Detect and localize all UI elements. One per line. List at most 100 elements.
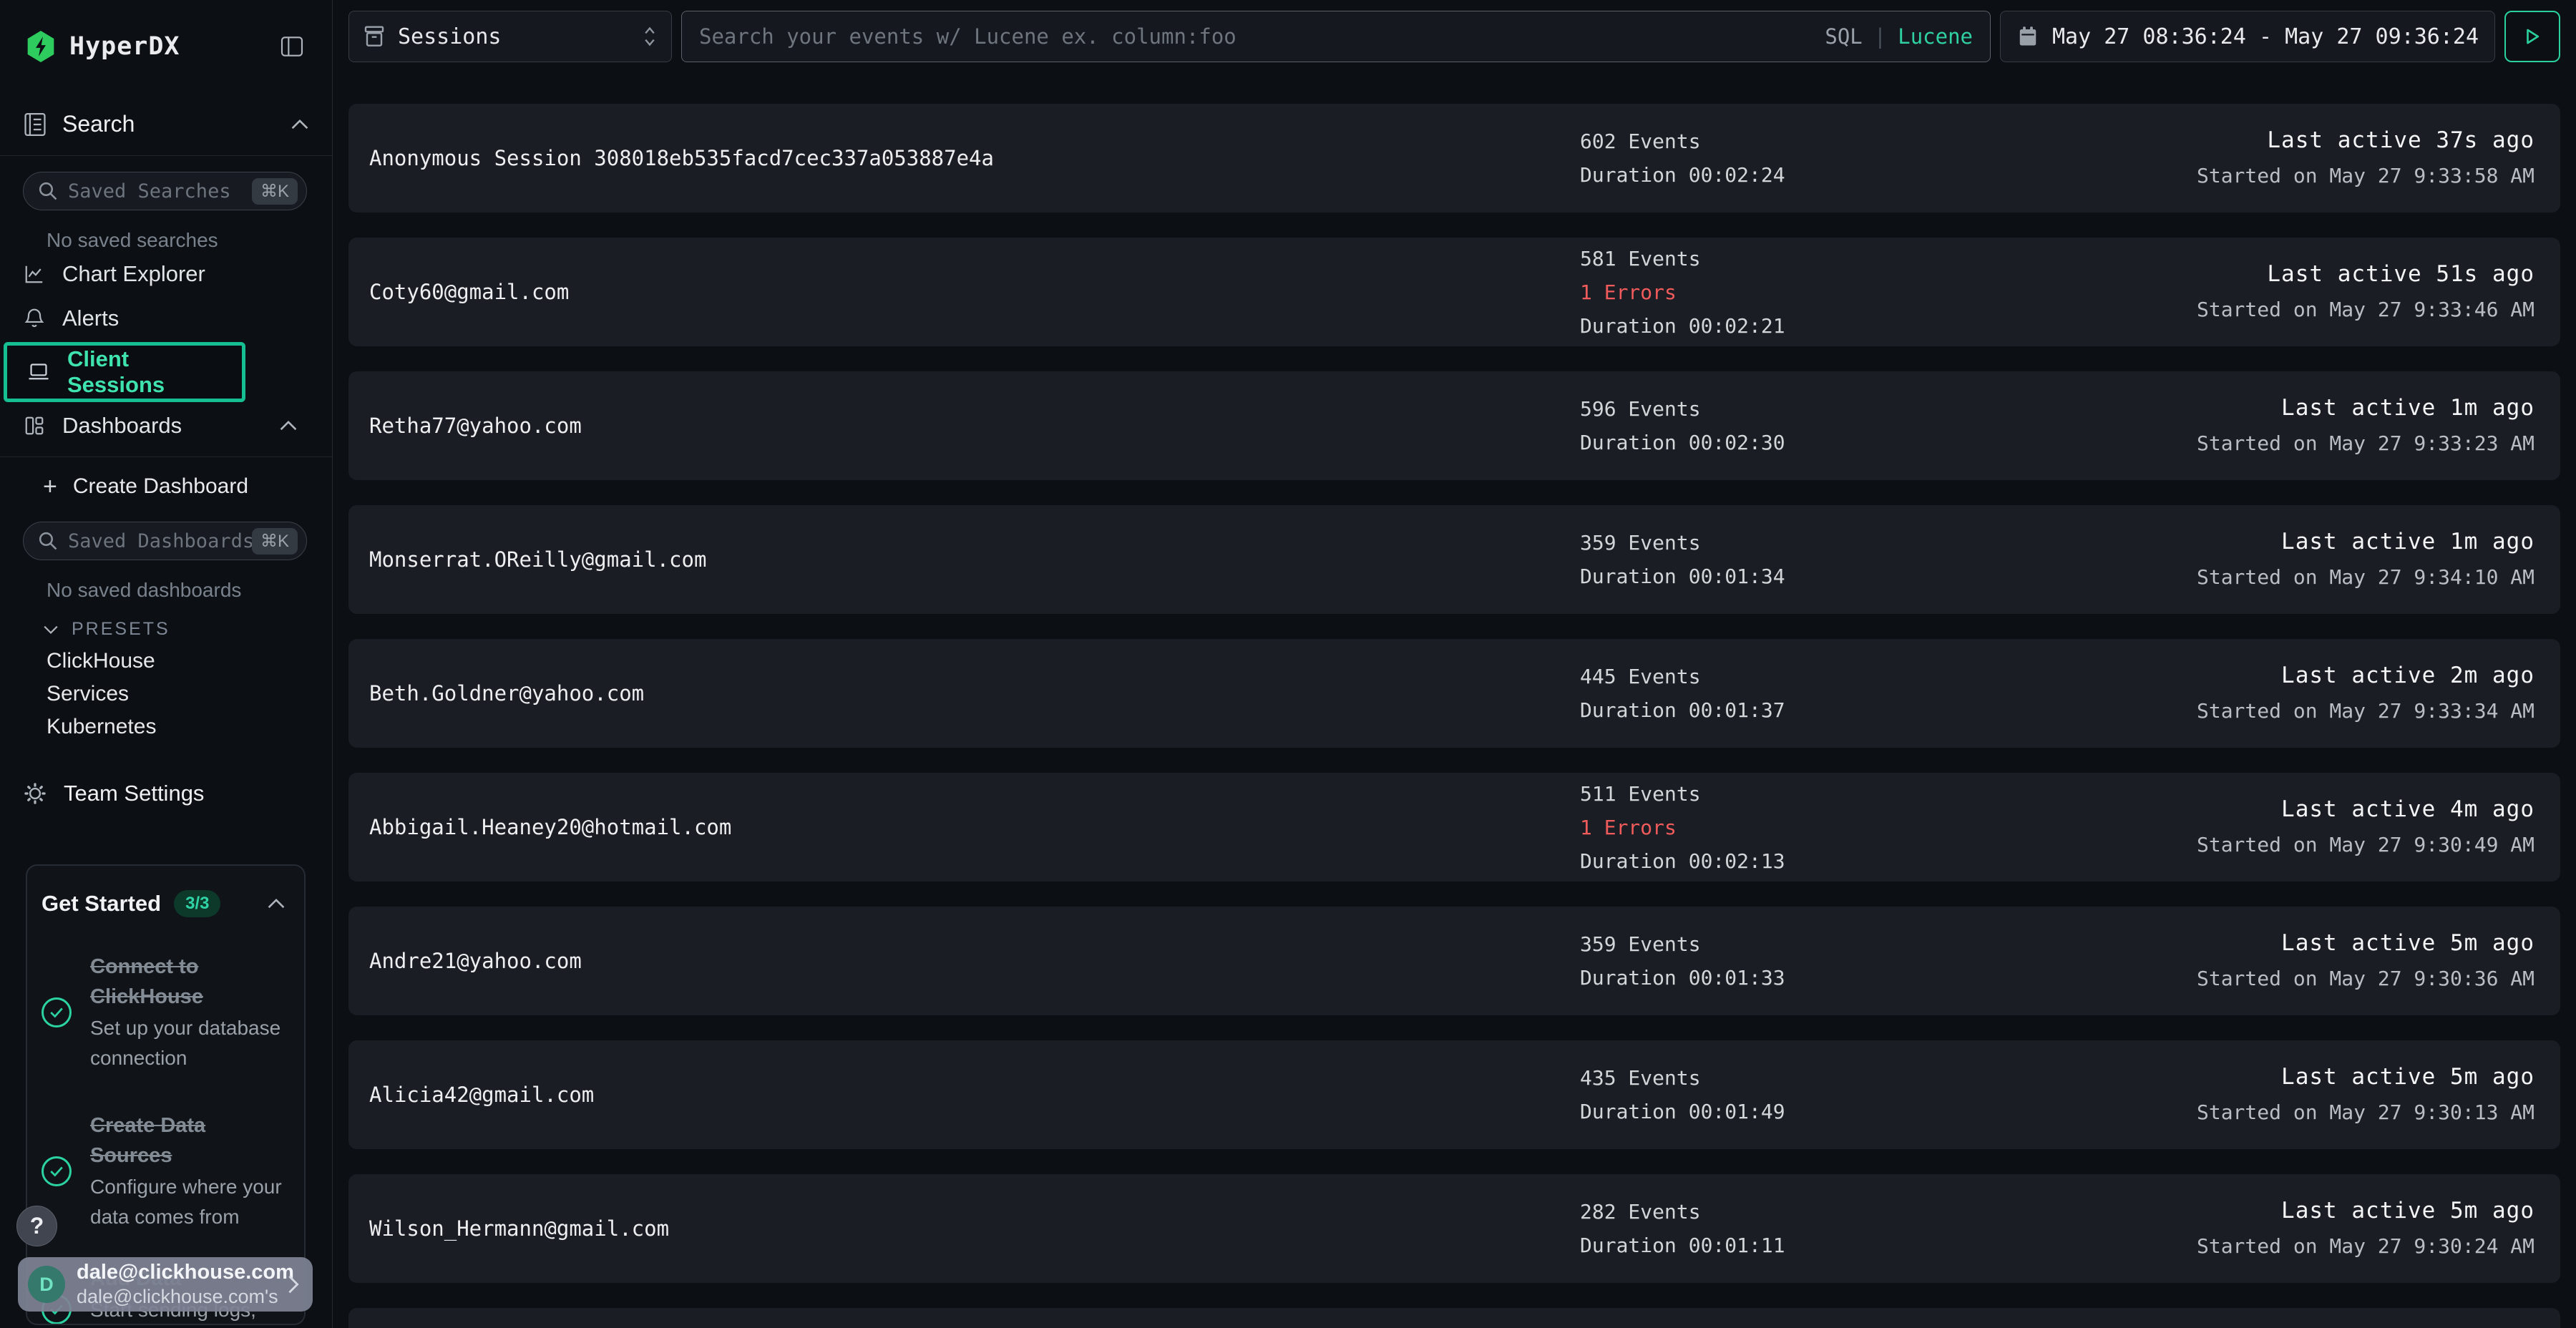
- session-times: Last active 51s ago Started on May 27 9:…: [2138, 257, 2534, 327]
- session-times: Last active 2m ago Started on May 27 9:3…: [2138, 658, 2534, 728]
- session-row[interactable]: Wilson_Hermann@gmail.com 282 Events Dura…: [348, 1174, 2560, 1283]
- session-errors: 1 Errors: [1580, 275, 2138, 309]
- sidebar-item-team-settings[interactable]: Team Settings: [0, 771, 332, 816]
- saved-dashboards-search[interactable]: ⌘K: [23, 522, 307, 560]
- presets-toggle[interactable]: PRESETS: [43, 619, 332, 640]
- chevron-up-icon[interactable]: [279, 420, 298, 431]
- session-times: Last active 37s ago Started on May 27 9:…: [2138, 123, 2534, 193]
- session-row[interactable]: Alicia42@gmail.com 435 Events Duration 0…: [348, 1040, 2560, 1149]
- session-events: 511 Events: [1580, 777, 2138, 811]
- session-name: Alicia42@gmail.com: [369, 1083, 1580, 1107]
- source-select-value: Sessions: [398, 24, 502, 49]
- session-row[interactable]: Andre21@yahoo.com 359 Events Duration 00…: [348, 907, 2560, 1015]
- search-panel-icon: [24, 112, 47, 137]
- lucene-mode-button[interactable]: Lucene: [1898, 24, 1973, 49]
- avatar: D: [28, 1266, 65, 1303]
- session-events: 435 Events: [1580, 1061, 2138, 1095]
- create-dashboard-button[interactable]: + Create Dashboard: [0, 464, 332, 509]
- session-last-active: Last active 5m ago: [2138, 1193, 2534, 1229]
- run-query-button[interactable]: [2504, 11, 2560, 62]
- session-started: Started on May 27 9:33:34 AM: [2138, 693, 2534, 728]
- session-started: Started on May 27 9:30:49 AM: [2138, 827, 2534, 862]
- sidebar-item-dashboards[interactable]: Dashboards: [0, 404, 332, 448]
- saved-dashboards-input[interactable]: [68, 530, 252, 552]
- session-name: Monserrat.OReilly@gmail.com: [369, 547, 1580, 572]
- session-row[interactable]: Coty60@gmail.com 581 Events 1 Errors Dur…: [348, 238, 2560, 346]
- team-settings-label: Team Settings: [64, 781, 204, 806]
- session-last-active: Last active 4m ago: [2138, 792, 2534, 827]
- session-started: Started on May 27 9:33:58 AM: [2138, 158, 2534, 193]
- saved-searches-search[interactable]: ⌘K: [23, 172, 307, 210]
- sidebar-item-alerts[interactable]: Alerts: [0, 296, 332, 341]
- session-started: Started on May 27 9:34:10 AM: [2138, 560, 2534, 595]
- main-content: Sessions SQL | Lucene: [333, 0, 2576, 1328]
- session-row[interactable]: Beth.Goldner@yahoo.com 445 Events Durati…: [348, 639, 2560, 748]
- session-events: 359 Events: [1580, 927, 2138, 961]
- sql-mode-button[interactable]: SQL: [1825, 24, 1862, 49]
- preset-services[interactable]: Services: [47, 683, 332, 706]
- source-select[interactable]: Sessions: [348, 11, 672, 62]
- preset-kubernetes[interactable]: Kubernetes: [47, 716, 332, 738]
- session-duration: Duration 00:02:30: [1580, 426, 2138, 459]
- session-last-active: Last active 1m ago: [2138, 391, 2534, 426]
- presets-label: PRESETS: [72, 619, 170, 640]
- session-duration: Duration 00:01:33: [1580, 961, 2138, 995]
- session-times: Last active 5m ago Started on May 27 9:3…: [2138, 1060, 2534, 1130]
- play-icon: [2524, 27, 2541, 46]
- session-duration: Duration 00:02:21: [1580, 309, 2138, 343]
- chevron-up-icon[interactable]: [267, 898, 286, 909]
- session-duration: Duration 00:01:49: [1580, 1095, 2138, 1128]
- session-name: Wilson_Hermann@gmail.com: [369, 1216, 1580, 1241]
- gear-icon: [24, 782, 47, 805]
- session-name: Coty60@gmail.com: [369, 280, 1580, 304]
- session-name: Retha77@yahoo.com: [369, 414, 1580, 438]
- mode-divider: |: [1874, 24, 1886, 49]
- chart-icon: [24, 263, 45, 285]
- preset-clickhouse[interactable]: ClickHouse: [47, 650, 332, 673]
- get-started-item[interactable]: Connect to ClickHouse Set up your databa…: [42, 952, 286, 1073]
- sidebar-header: HyperDX: [0, 0, 332, 93]
- plus-icon: +: [43, 473, 57, 501]
- check-circle-icon: [42, 997, 72, 1027]
- magnifier-icon: [38, 181, 58, 201]
- collapse-sidebar-icon[interactable]: [280, 36, 303, 57]
- get-started-item[interactable]: Create Data Sources Configure where your…: [42, 1110, 286, 1232]
- session-stats: 359 Events Duration 00:01:34: [1580, 526, 2138, 593]
- session-row[interactable]: Abbigail.Heaney20@hotmail.com 511 Events…: [348, 773, 2560, 882]
- session-list: Anonymous Session 308018eb535facd7cec337…: [348, 104, 2560, 1328]
- session-row[interactable]: Monserrat.OReilly@gmail.com 359 Events D…: [348, 505, 2560, 614]
- session-times: Last active 4m ago Started on May 27 9:3…: [2138, 792, 2534, 862]
- session-times: Last active 1m ago Started on May 27 9:3…: [2138, 524, 2534, 595]
- session-last-active: Last active 37s ago: [2138, 123, 2534, 158]
- sidebar-item-label: Chart Explorer: [62, 261, 205, 287]
- user-subtitle: dale@clickhouse.com's: [77, 1284, 275, 1309]
- event-search: SQL | Lucene: [681, 11, 1991, 62]
- get-started-item-desc: Configure where your data comes from: [90, 1172, 286, 1232]
- chevron-right-icon: [287, 1274, 300, 1294]
- sidebar-section-search[interactable]: Search: [0, 93, 332, 156]
- date-range-picker[interactable]: May 27 08:36:24 - May 27 09:36:24: [2000, 11, 2495, 62]
- chevron-up-icon[interactable]: [291, 119, 309, 130]
- session-name: Andre21@yahoo.com: [369, 949, 1580, 973]
- help-button[interactable]: ?: [16, 1206, 57, 1246]
- session-row-partial[interactable]: [348, 1308, 2560, 1328]
- event-search-input[interactable]: [699, 24, 1825, 49]
- select-carets-icon: [643, 26, 657, 47]
- session-duration: Duration 00:02:24: [1580, 158, 2138, 192]
- session-last-active: Last active 5m ago: [2138, 1060, 2534, 1095]
- check-circle-icon: [42, 1156, 72, 1186]
- sidebar-item-client-sessions[interactable]: Client Sessions: [4, 342, 245, 402]
- session-name: Anonymous Session 308018eb535facd7cec337…: [369, 146, 1580, 170]
- user-email: dale@clickhouse.com: [77, 1260, 275, 1284]
- calendar-icon: [2018, 26, 2038, 47]
- saved-searches-input[interactable]: [68, 180, 252, 202]
- sidebar-item-chart-explorer[interactable]: Chart Explorer: [0, 252, 332, 296]
- app-title: HyperDX: [69, 32, 180, 61]
- session-last-active: Last active 1m ago: [2138, 524, 2534, 560]
- shortcut-badge: ⌘K: [252, 528, 298, 555]
- user-menu[interactable]: D dale@clickhouse.com dale@clickhouse.co…: [18, 1257, 313, 1312]
- session-row[interactable]: Retha77@yahoo.com 596 Events Duration 00…: [348, 371, 2560, 480]
- shortcut-badge: ⌘K: [252, 178, 298, 205]
- session-stats: 511 Events 1 Errors Duration 00:02:13: [1580, 777, 2138, 878]
- session-row[interactable]: Anonymous Session 308018eb535facd7cec337…: [348, 104, 2560, 213]
